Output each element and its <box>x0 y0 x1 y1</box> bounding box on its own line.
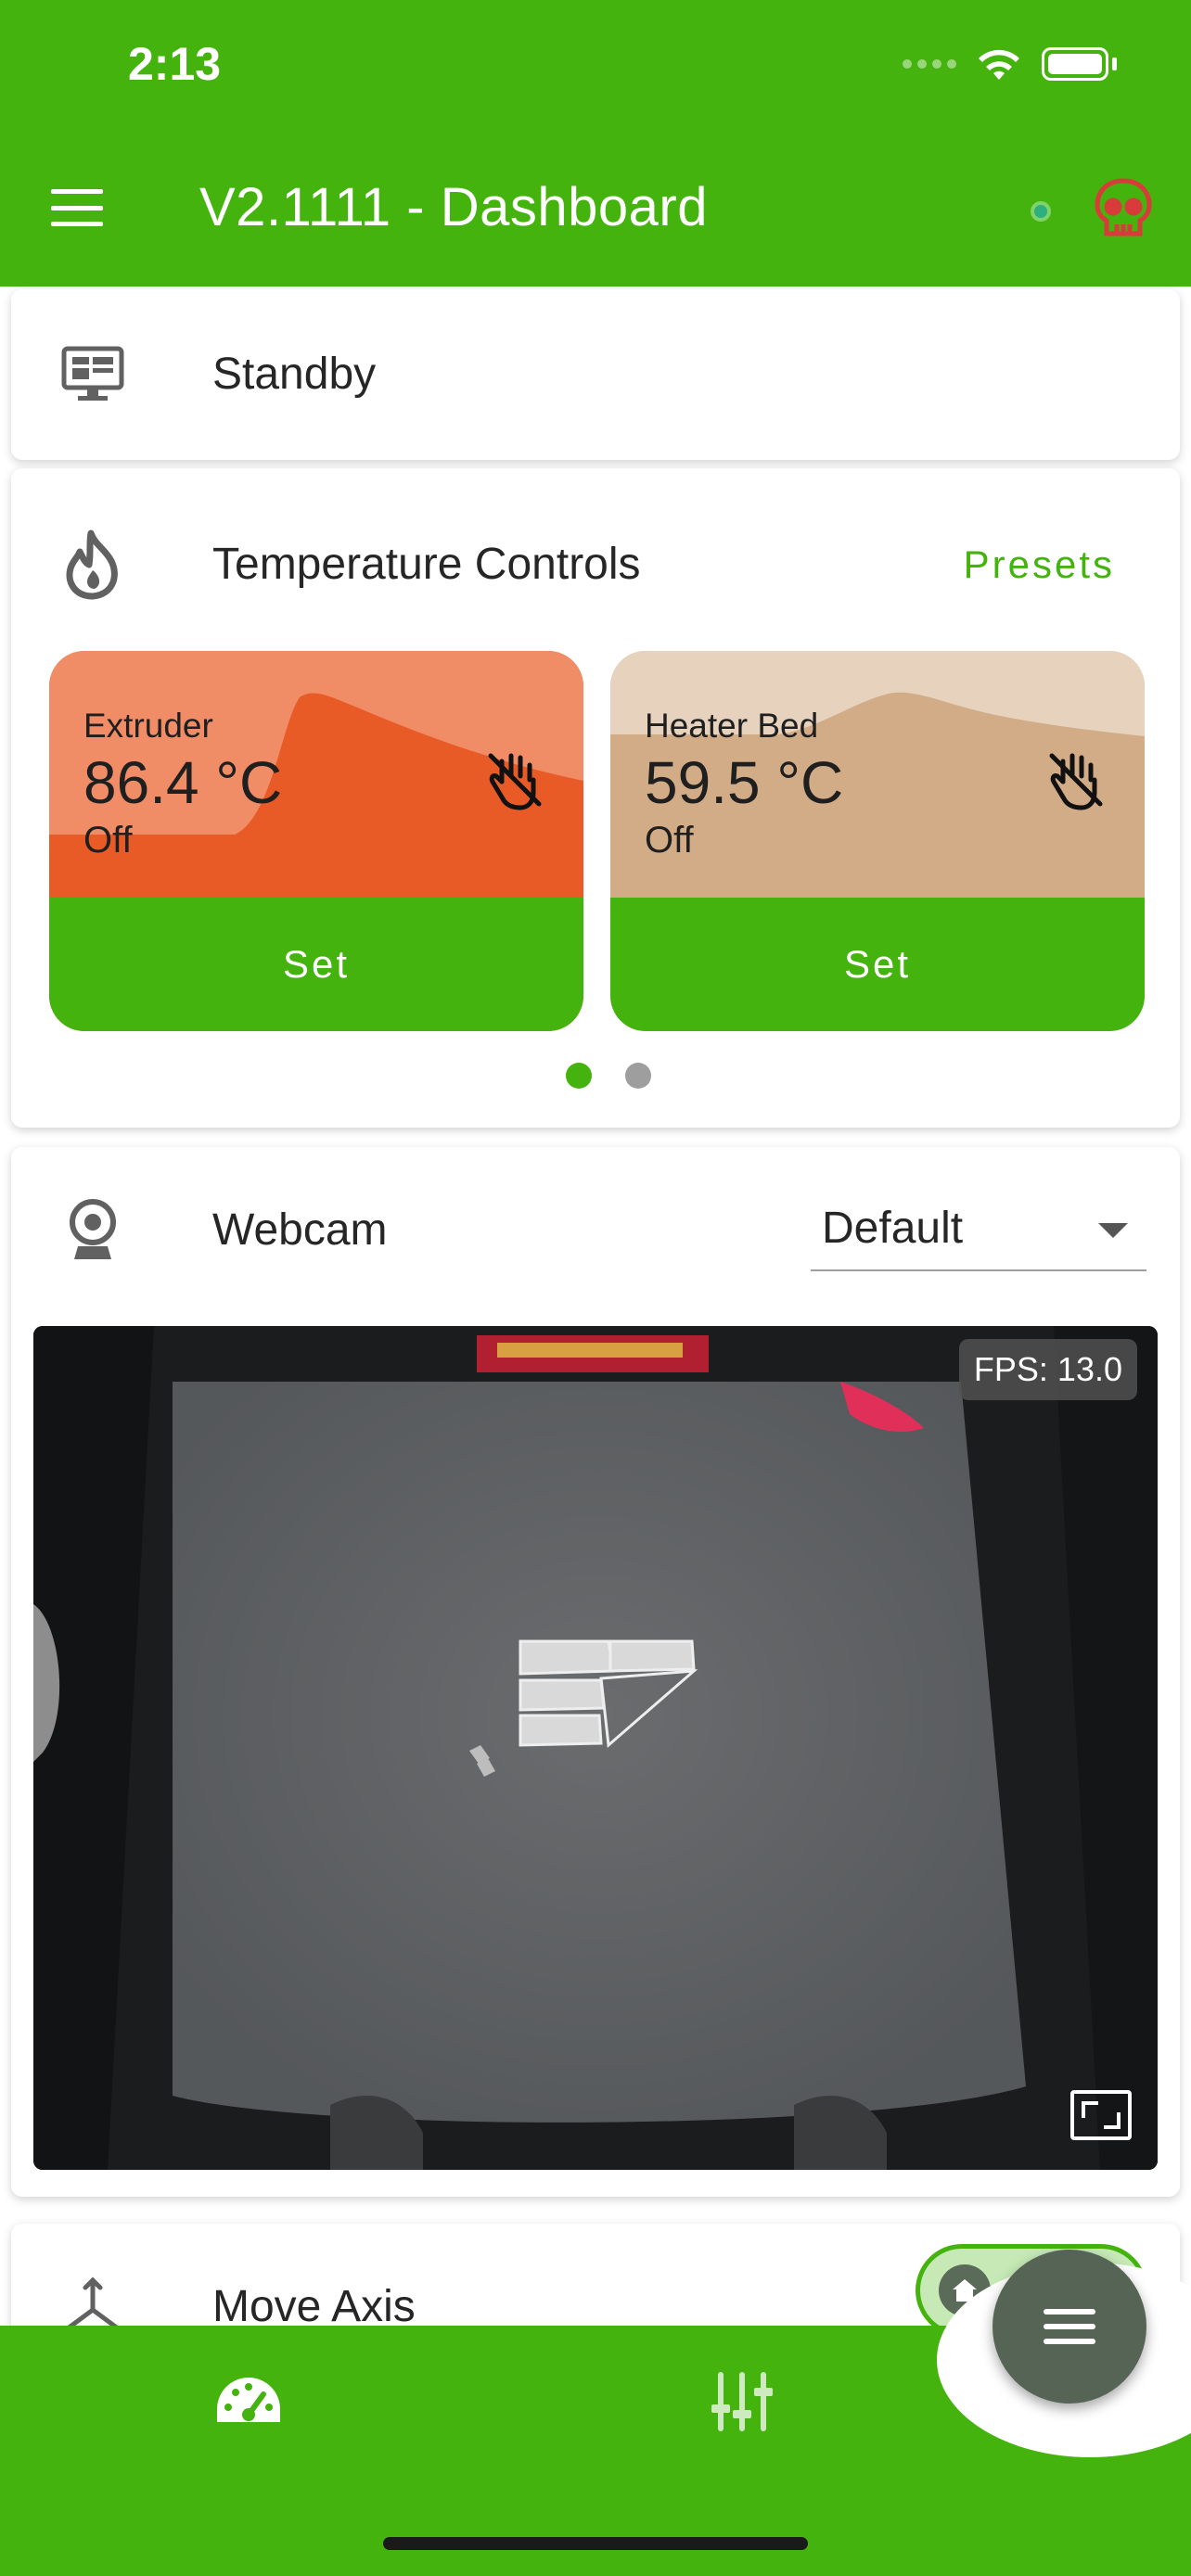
chevron-down-icon <box>1098 1223 1128 1238</box>
set-heater-bed-temperature-button[interactable]: Set <box>610 898 1145 1031</box>
fps-badge: FPS: 13.0 <box>958 1339 1137 1400</box>
emergency-stop-button[interactable] <box>1091 176 1156 241</box>
menu-button[interactable] <box>51 189 103 226</box>
temperature-controls-card: Temperature Controls Presets Extruder 86… <box>11 468 1180 1128</box>
heater-state: Off <box>83 820 133 861</box>
hand-off-icon <box>488 753 542 810</box>
standby-card: Standby <box>11 289 1180 460</box>
battery-cap <box>1112 57 1117 70</box>
page-title: V2.1111 - Dashboard <box>199 177 708 237</box>
heater-state: Off <box>645 820 694 861</box>
page-dot-active[interactable] <box>566 1063 592 1089</box>
page-dot[interactable] <box>625 1063 651 1089</box>
fab-menu-button[interactable] <box>992 2250 1146 2404</box>
sliders-icon[interactable] <box>710 2369 775 2434</box>
skull-icon <box>1095 178 1152 236</box>
move-axis-title: Move Axis <box>212 2282 416 2331</box>
presets-button[interactable]: Presets <box>964 542 1115 587</box>
status-icons <box>903 46 1117 82</box>
menu-icon <box>1044 2309 1095 2344</box>
standby-status: Standby <box>212 350 377 399</box>
home-indicator[interactable] <box>383 2537 808 2550</box>
heater-name: Heater Bed <box>645 707 819 745</box>
selected-camera: Default <box>822 1204 964 1253</box>
flame-icon <box>56 528 130 602</box>
heater-temperature: 86.4 °C <box>83 749 283 816</box>
heater-name: Extruder <box>83 707 213 745</box>
fullscreen-icon[interactable] <box>1070 2090 1132 2140</box>
heater-card-extruder[interactable]: Extruder 86.4 °C Off Set <box>49 651 583 1031</box>
webcam-title: Webcam <box>212 1205 388 1255</box>
camera-select[interactable]: Default <box>811 1193 1146 1271</box>
speedometer-icon[interactable] <box>213 2374 284 2429</box>
webcam-stream[interactable]: FPS: 13.0 <box>33 1326 1158 2170</box>
webcam-card: Webcam Default FPS: 13.0 <box>11 1147 1180 2197</box>
battery-icon <box>1042 47 1108 81</box>
temperature-controls-title: Temperature Controls <box>212 540 641 589</box>
heater-temperature: 59.5 °C <box>645 749 844 816</box>
hand-off-icon <box>1049 753 1103 810</box>
monitor-icon <box>56 338 130 412</box>
webcam-icon <box>56 1193 130 1268</box>
set-extruder-temperature-button[interactable]: Set <box>49 898 583 1031</box>
connection-status-dot <box>1031 201 1051 222</box>
app-header: 2:13 V2.1111 - Dashboard <box>0 0 1191 287</box>
wifi-icon <box>979 49 1019 80</box>
cellular-signal-icon <box>903 59 956 69</box>
webcam-frame <box>33 1326 1158 2170</box>
status-time: 2:13 <box>128 38 222 90</box>
heater-card-heater-bed[interactable]: Heater Bed 59.5 °C Off Set <box>610 651 1145 1031</box>
page-indicator <box>566 1063 651 1089</box>
